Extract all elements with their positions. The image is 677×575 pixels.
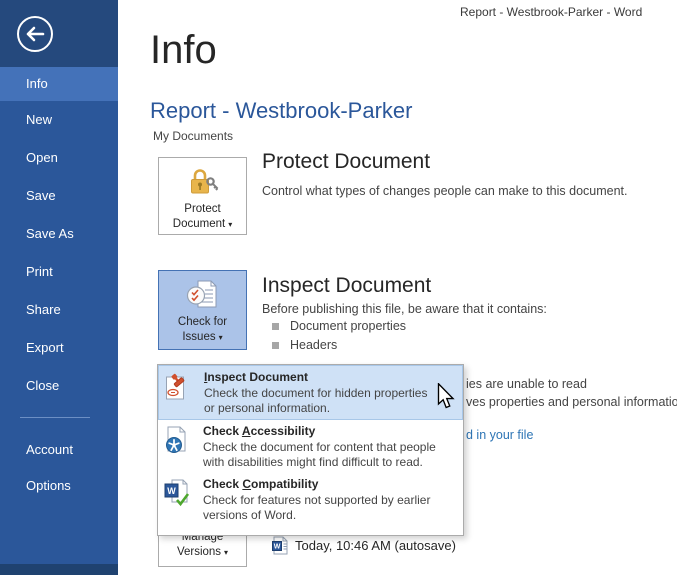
versions-button-label-2: Versions ▾ xyxy=(176,546,229,558)
sidebar-item-save-as[interactable]: Save As xyxy=(0,215,118,253)
issues-button-label-2: Issues ▾ xyxy=(182,331,223,343)
word-file-icon: W xyxy=(272,536,288,555)
window-title: Report - Westbrook-Parker - Word xyxy=(460,5,643,19)
sidebar-item-new[interactable]: New xyxy=(0,101,118,139)
menu-description: with disabilities might find difficult t… xyxy=(203,455,423,469)
back-arrow-icon xyxy=(17,16,53,52)
check-for-issues-button[interactable]: Check for Issues ▾ xyxy=(158,270,247,350)
bullet-headers: Headers xyxy=(272,338,337,352)
sidebar-bottom-band xyxy=(0,564,118,575)
lock-key-icon xyxy=(159,164,246,202)
backstage-sidebar: Info New Open Save Save As Print Share E… xyxy=(0,0,118,575)
sidebar-item-export[interactable]: Export xyxy=(0,329,118,367)
autosave-label: Today, 10:46 AM (autosave) xyxy=(295,538,456,553)
protect-section-heading: Protect Document xyxy=(262,150,431,173)
menu-item-check-compatibility[interactable]: W Check Compatibility Check for features… xyxy=(158,473,463,535)
dropdown-arrow-icon: ▾ xyxy=(228,220,233,229)
page-title: Info xyxy=(150,28,217,72)
sidebar-item-share[interactable]: Share xyxy=(0,291,118,329)
menu-title: Inspect Document xyxy=(204,370,309,384)
inspect-checklist-icon xyxy=(159,277,246,315)
sidebar-item-info[interactable]: Info xyxy=(0,67,118,101)
menu-item-inspect-document[interactable]: Inspect Document Check the document for … xyxy=(158,365,463,420)
word-backstage-info: Report - Westbrook-Parker - Word Info Ne… xyxy=(0,0,677,575)
dropdown-arrow-icon: ▾ xyxy=(224,548,229,557)
sidebar-item-save[interactable]: Save xyxy=(0,177,118,215)
menu-title: Check Accessibility xyxy=(203,424,316,438)
bullet-icon xyxy=(272,323,279,330)
sidebar-item-account[interactable]: Account xyxy=(0,431,118,469)
protect-button-label-2: Document ▾ xyxy=(172,218,233,230)
sidebar-item-open[interactable]: Open xyxy=(0,139,118,177)
document-location: My Documents xyxy=(153,129,234,143)
background-text-fragment: ies are unable to read xyxy=(466,377,587,391)
sidebar-item-options[interactable]: Options xyxy=(0,467,118,505)
menu-description: Check the document for hidden properties xyxy=(204,386,428,400)
protect-button-label-1: Protect xyxy=(184,203,221,215)
autosave-version-item[interactable]: W Today, 10:46 AM (autosave) xyxy=(272,536,456,555)
word-compatibility-icon: W xyxy=(164,476,194,532)
menu-description: Check the document for content that peop… xyxy=(203,440,436,454)
sidebar-top-band xyxy=(0,0,118,67)
check-for-issues-menu: Inspect Document Check the document for … xyxy=(157,364,464,536)
dropdown-arrow-icon: ▾ xyxy=(218,333,223,342)
bullet-icon xyxy=(272,342,279,349)
background-link-fragment[interactable]: d in your file xyxy=(466,428,533,442)
protect-document-button[interactable]: Protect Document ▾ xyxy=(158,157,247,235)
menu-item-check-accessibility[interactable]: Check Accessibility Check the document f… xyxy=(158,420,463,473)
bullet-document-properties: Document properties xyxy=(272,319,406,333)
menu-description: versions of Word. xyxy=(203,508,297,522)
svg-text:W: W xyxy=(274,544,281,551)
background-text-fragment: ves properties and personal information xyxy=(466,395,677,409)
menu-description: or personal information. xyxy=(204,401,331,415)
menu-description: Check for features not supported by earl… xyxy=(203,493,431,507)
back-button[interactable] xyxy=(13,12,57,56)
document-title: Report - Westbrook-Parker xyxy=(150,98,413,123)
sidebar-divider xyxy=(20,417,90,418)
svg-text:W: W xyxy=(167,486,176,496)
inspect-section-heading: Inspect Document xyxy=(262,274,432,297)
protect-section-description: Control what types of changes people can… xyxy=(262,184,628,198)
accessibility-icon xyxy=(164,423,194,470)
menu-title: Check Compatibility xyxy=(203,477,319,491)
inspect-section-intro: Before publishing this file, be aware th… xyxy=(262,302,547,316)
sidebar-item-close[interactable]: Close xyxy=(0,367,118,405)
inspect-document-stamp-icon xyxy=(165,369,195,416)
issues-button-label-1: Check for xyxy=(177,316,228,328)
sidebar-item-print[interactable]: Print xyxy=(0,253,118,291)
mouse-cursor xyxy=(437,382,455,415)
